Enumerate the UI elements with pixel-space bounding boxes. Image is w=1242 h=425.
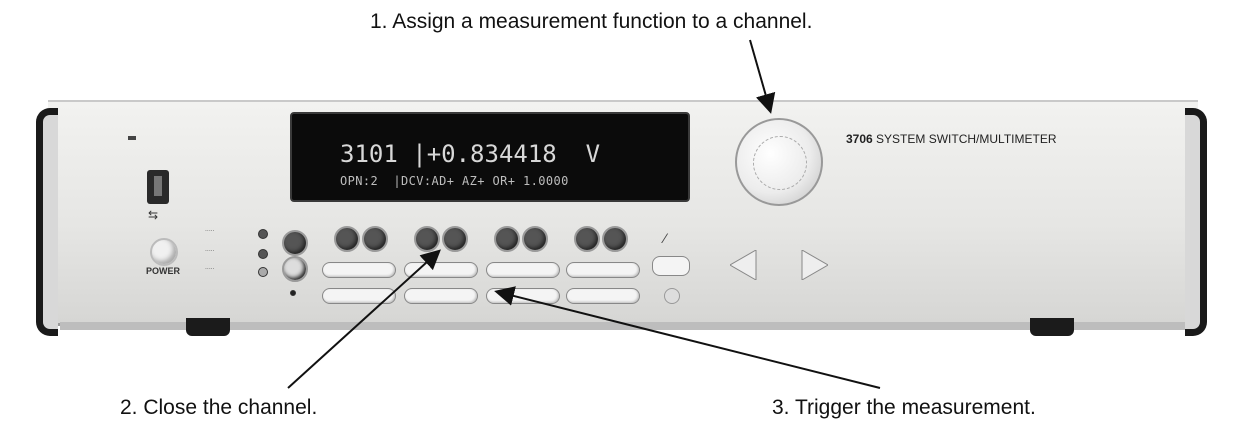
annotation-arrows	[287, 39, 881, 389]
arrow-to-knob	[749, 39, 776, 114]
arrow-to-trigger-button	[494, 286, 881, 389]
annotation-step-3: 3. Trigger the measurement.	[772, 396, 1036, 419]
annotation-step-1: 1. Assign a measurement function to a ch…	[370, 10, 813, 33]
arrow-to-close-button	[287, 249, 441, 389]
annotation-step-2: 2. Close the channel.	[120, 396, 318, 419]
